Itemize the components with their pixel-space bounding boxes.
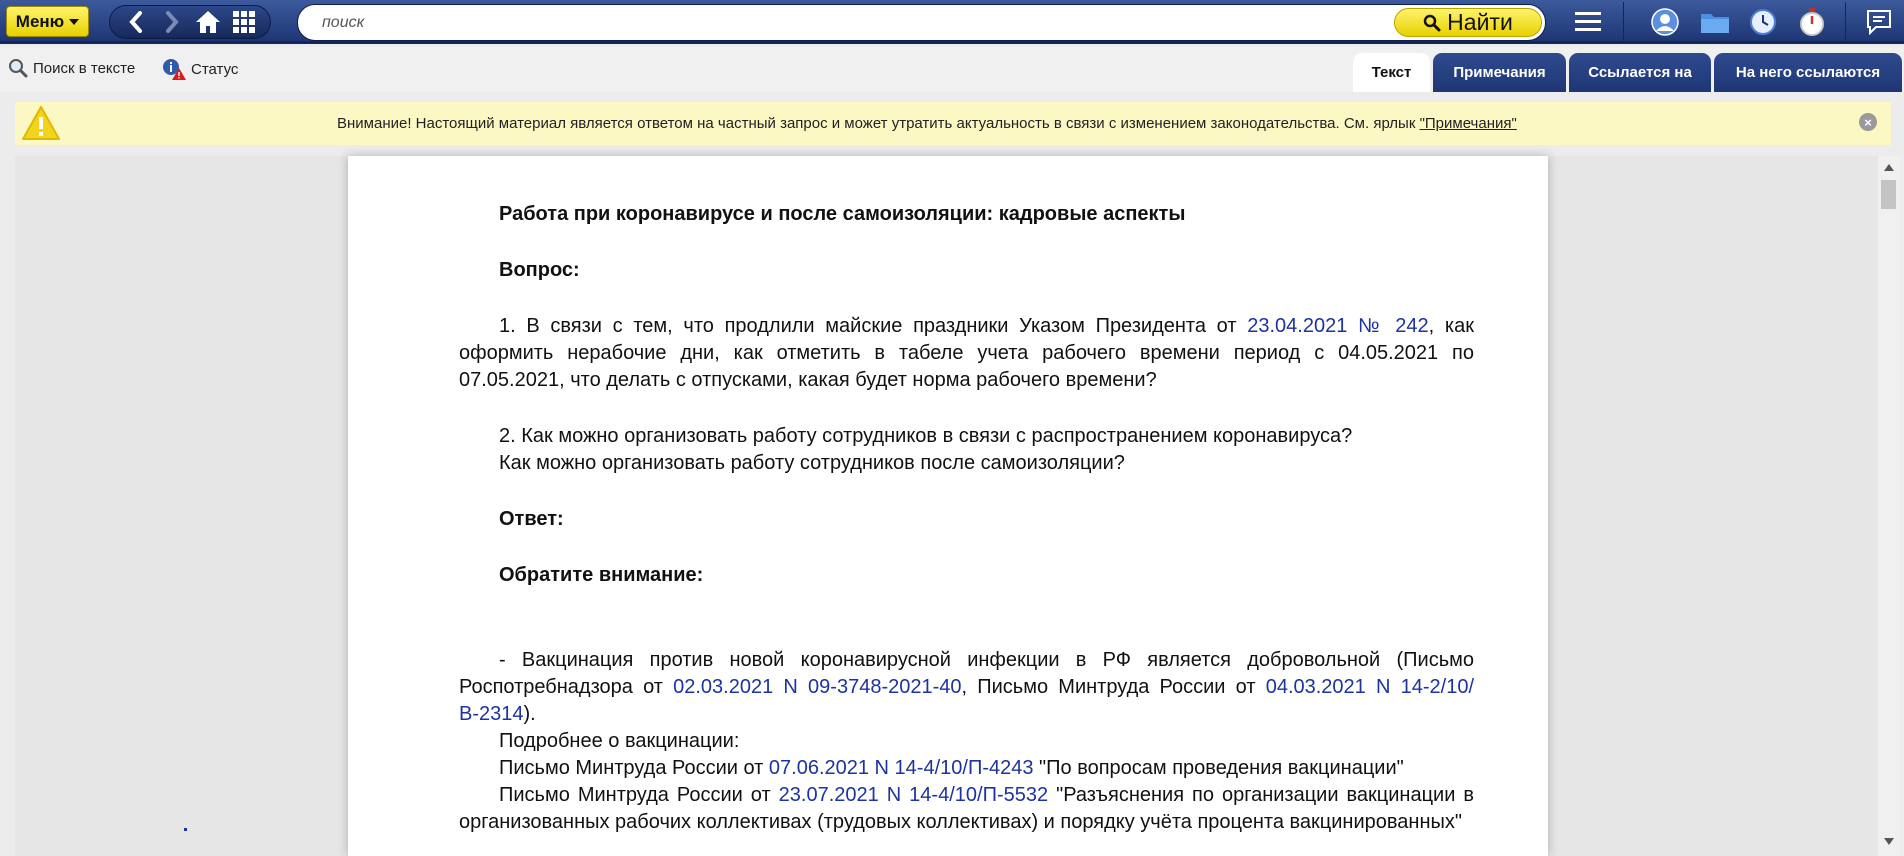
user-icon xyxy=(1651,8,1679,36)
top-bar: Меню Найти xyxy=(0,0,1904,44)
folders-button[interactable] xyxy=(1698,5,1732,39)
attention-heading: Обратите внимание: xyxy=(499,564,704,586)
notes-link[interactable]: "Примечания" xyxy=(1420,115,1517,132)
forward-arrow-icon xyxy=(166,11,179,33)
find-button[interactable]: Найти xyxy=(1394,8,1542,37)
mintrud-letter-link-3[interactable]: 23.07.2021 N 14-4/10/П-5532 xyxy=(779,784,1048,806)
question-2-cont: Как можно организовать работу сотруднико… xyxy=(499,452,1125,474)
scroll-up-icon[interactable] xyxy=(1884,164,1894,171)
back-arrow-icon xyxy=(129,11,142,33)
warning-text: Внимание! Настоящий материал является от… xyxy=(337,115,1517,132)
mintrud-letter-link-2[interactable]: 07.06.2021 N 14-4/10/П-4243 xyxy=(769,757,1034,779)
search-box: Найти xyxy=(297,4,1546,41)
vertical-scrollbar[interactable] xyxy=(1878,156,1900,856)
close-icon[interactable]: × xyxy=(1859,113,1877,131)
letter-item-2: Письмо Минтруда России от 23.07.2021 N 1… xyxy=(459,784,1475,833)
stopwatch-icon xyxy=(1800,8,1824,36)
document-title: Работа при коронавирусе и после самоизол… xyxy=(499,203,1186,225)
scroll-thumb[interactable] xyxy=(1881,180,1896,209)
menu-label: Меню xyxy=(15,11,65,31)
timer-button[interactable] xyxy=(1795,5,1829,39)
clock-icon xyxy=(1750,9,1776,35)
magnifier-icon xyxy=(9,59,28,78)
hamburger-icon xyxy=(1575,12,1601,31)
find-label: Найти xyxy=(1447,9,1513,35)
profile-button[interactable] xyxy=(1648,5,1682,39)
search-icon xyxy=(1423,14,1441,31)
tab-references-to[interactable]: Ссылается на xyxy=(1569,53,1711,92)
search-in-text-label: Поиск в тексте xyxy=(33,59,136,77)
chevron-down-icon xyxy=(69,18,80,25)
home-icon xyxy=(196,11,220,33)
question-2: 2. Как можно организовать работу сотрудн… xyxy=(499,425,1353,447)
marker-dot xyxy=(184,828,187,831)
answer-heading: Ответ: xyxy=(499,508,564,530)
tab-text[interactable]: Текст xyxy=(1353,53,1430,92)
tab-referenced-by[interactable]: На него ссылаются xyxy=(1714,53,1902,92)
status-button[interactable]: Статус xyxy=(162,58,238,80)
grid-icon xyxy=(233,11,255,33)
back-button[interactable] xyxy=(120,7,152,37)
apps-grid-button[interactable] xyxy=(228,7,260,37)
message-icon xyxy=(1867,10,1891,35)
search-in-text-button[interactable]: Поиск в тексте xyxy=(8,58,135,78)
document-page: Работа при коронавирусе и после самоизол… xyxy=(348,156,1548,856)
question-heading: Вопрос: xyxy=(499,259,580,281)
more-about-vaccination: Подробнее о вакцинации: xyxy=(499,730,740,752)
decree-link[interactable]: 23.04.2021 № 242 xyxy=(1247,315,1428,337)
hamburger-menu-button[interactable] xyxy=(1571,5,1605,39)
menu-button[interactable]: Меню xyxy=(6,6,89,37)
search-input[interactable] xyxy=(322,12,1392,34)
folder-icon xyxy=(1701,14,1729,33)
rospotrebnadzor-letter-link[interactable]: 02.03.2021 N 09-3748-2021-40 xyxy=(673,676,961,698)
letter-item-1: Письмо Минтруда России от 07.06.2021 N 1… xyxy=(499,757,1404,779)
info-warning-icon xyxy=(163,59,186,80)
navigation-group xyxy=(109,5,271,39)
warning-banner: Внимание! Настоящий материал является от… xyxy=(15,102,1891,145)
home-button[interactable] xyxy=(192,7,224,37)
status-label: Статус xyxy=(191,60,239,78)
history-button[interactable] xyxy=(1746,5,1780,39)
tab-notes[interactable]: Примечания xyxy=(1433,53,1566,92)
question-1: 1. В связи с тем, что продлили майские п… xyxy=(459,315,1474,391)
document-tabs: Текст Примечания Ссылается на На него сс… xyxy=(1353,53,1902,92)
scroll-down-icon[interactable] xyxy=(1884,838,1894,845)
vaccination-paragraph: - Вакцинация против новой коронавирусной… xyxy=(459,649,1475,725)
feedback-button[interactable] xyxy=(1862,5,1896,39)
document-body: Работа при коронавирусе и после самоизол… xyxy=(459,201,1474,836)
warning-icon xyxy=(22,106,60,140)
forward-button[interactable] xyxy=(156,7,188,37)
